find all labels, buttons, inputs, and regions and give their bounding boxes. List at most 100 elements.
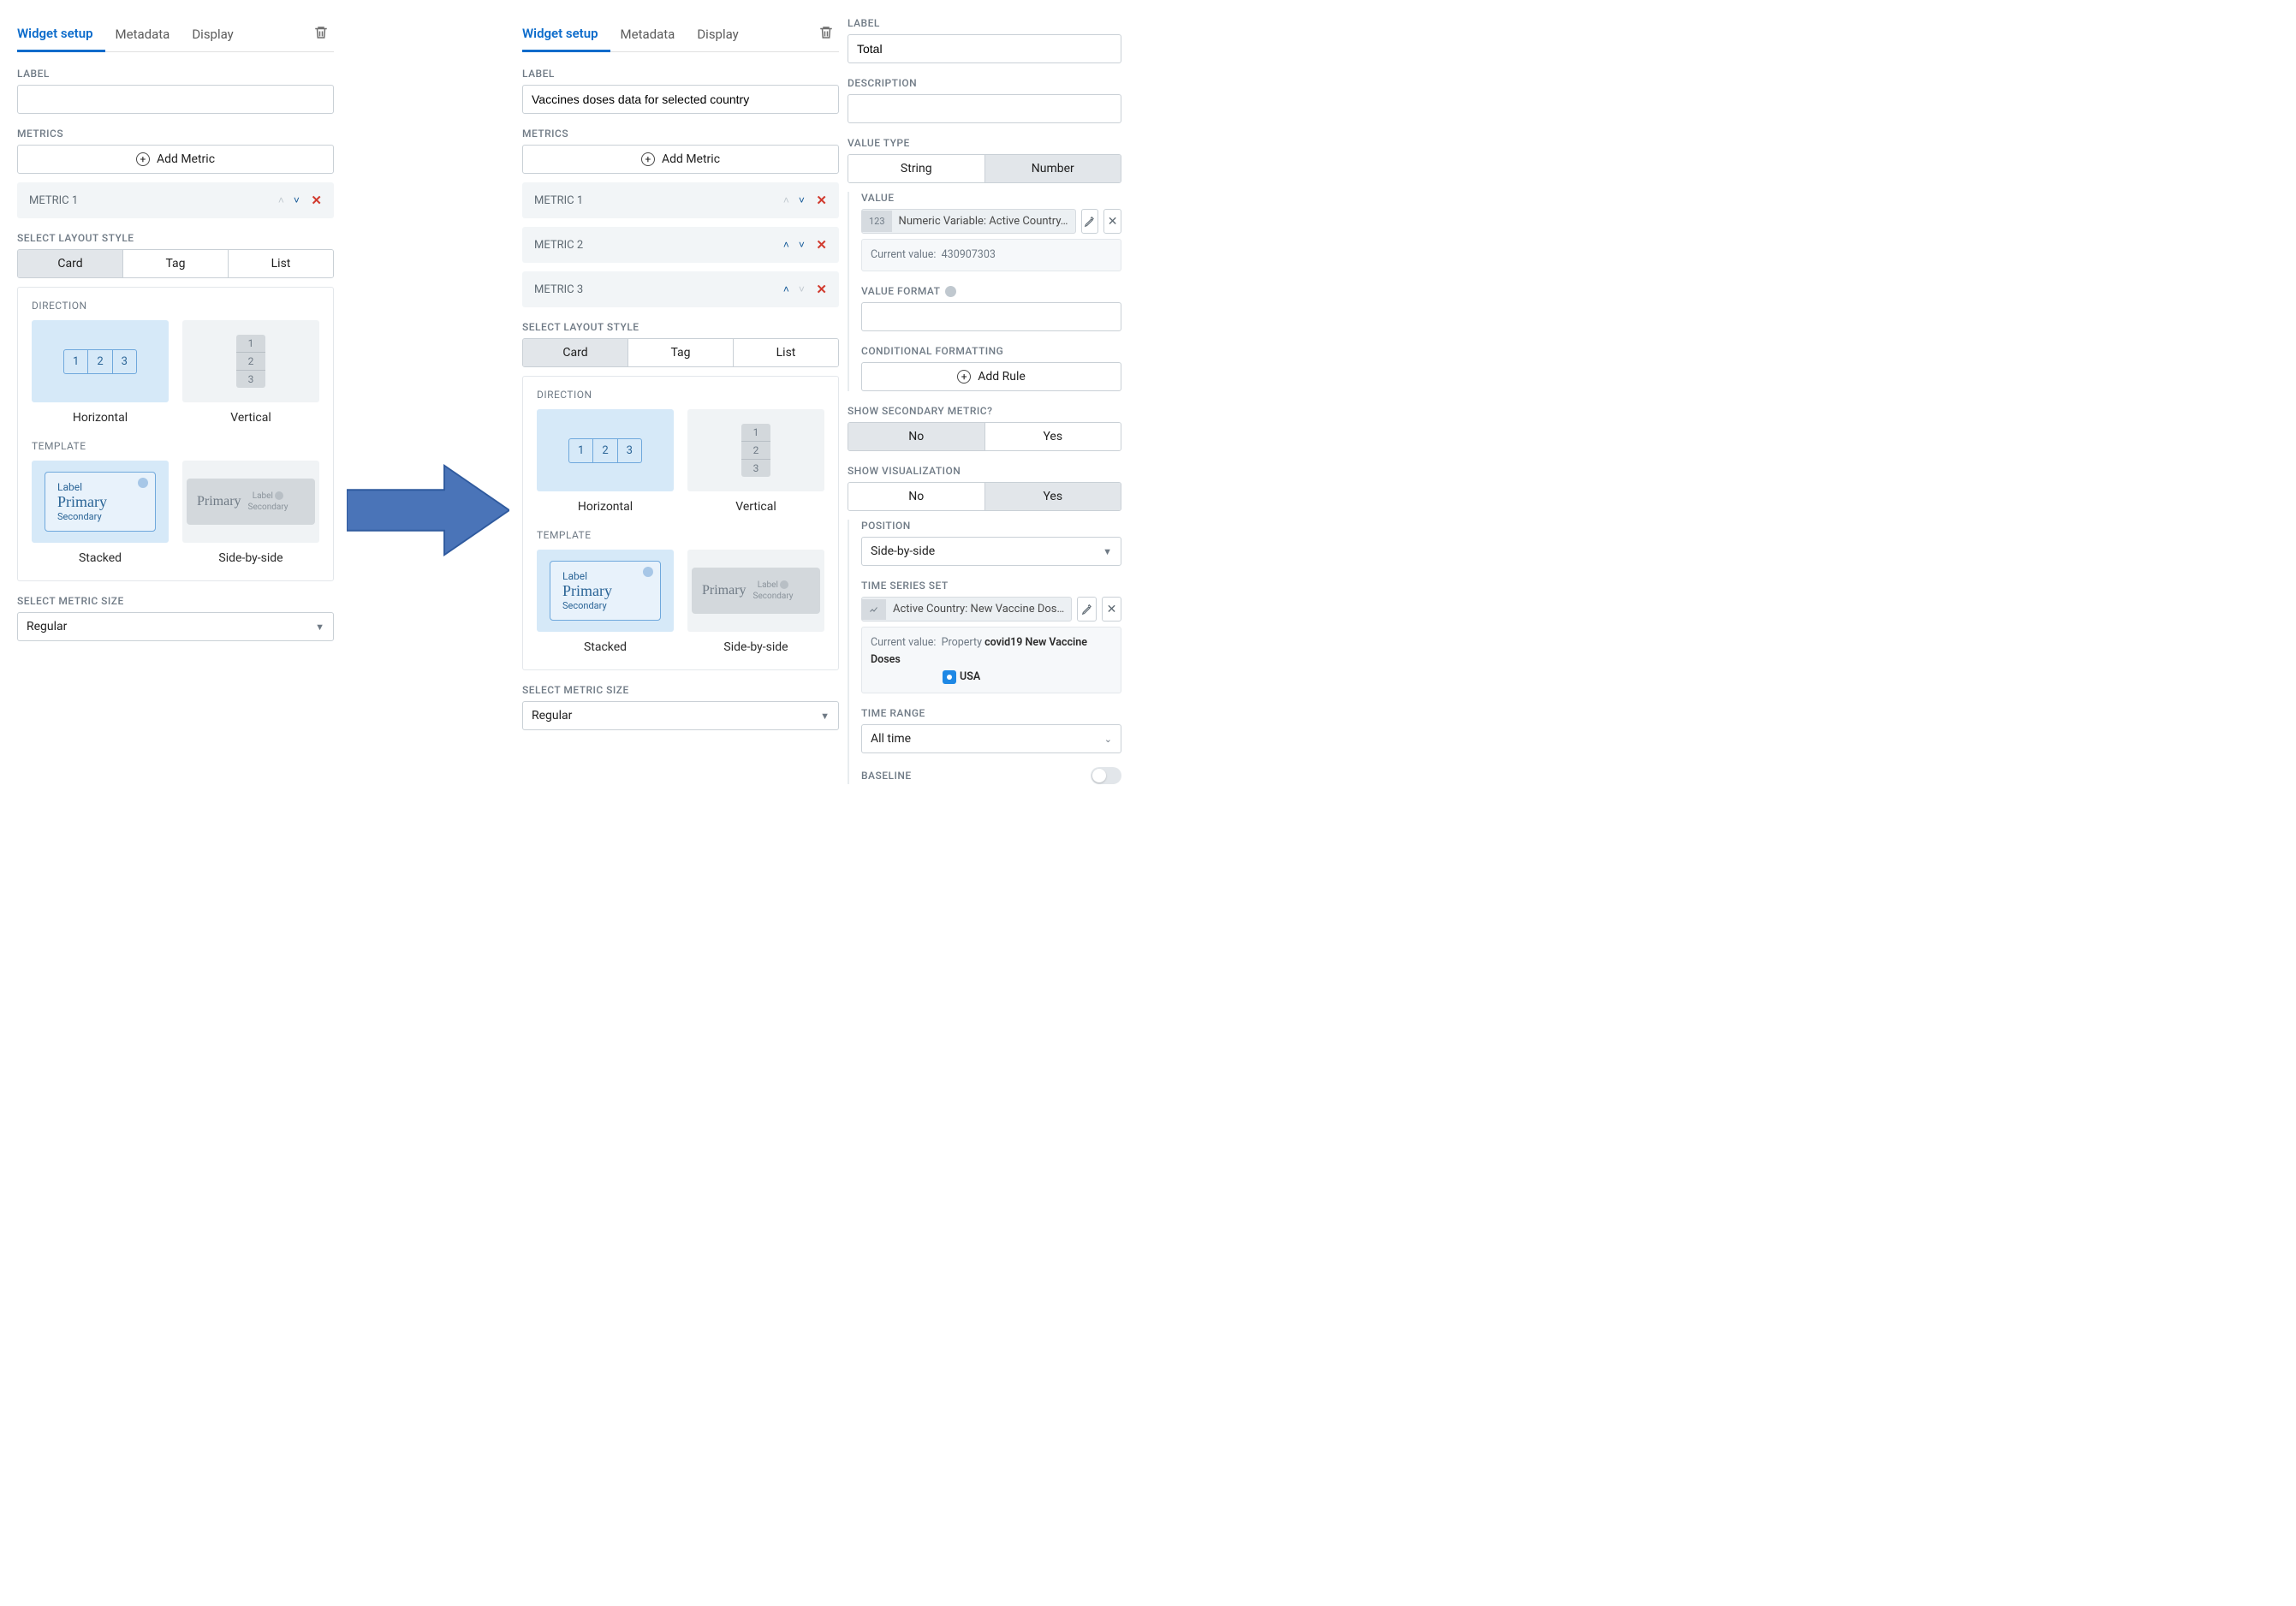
mid-panel: Widget setup Metadata Display LABEL METR… [522, 17, 839, 789]
right-panel: LABEL DESCRIPTION VALUE TYPE String Numb… [848, 17, 1121, 789]
direction-heading: DIRECTION [537, 389, 824, 401]
metric-size-heading: SELECT METRIC SIZE [522, 684, 839, 696]
value-type-string[interactable]: String [848, 155, 985, 182]
label-input[interactable] [848, 34, 1121, 63]
edit-icon[interactable] [1077, 597, 1097, 622]
viz-yes[interactable]: Yes [985, 483, 1121, 510]
layout-card[interactable]: Card [18, 250, 123, 277]
template-side-card[interactable]: Primary Label Secondary [182, 461, 319, 543]
show-secondary-heading: SHOW SECONDARY METRIC? [848, 405, 1121, 417]
remove-metric-icon[interactable]: ✕ [816, 193, 827, 208]
side-preview-icon: Primary Label Secondary [692, 568, 820, 614]
trash-icon[interactable] [813, 20, 839, 50]
layout-tag[interactable]: Tag [123, 250, 229, 277]
direction-vertical-card[interactable]: 123 [687, 409, 824, 491]
secondary-yes[interactable]: Yes [985, 423, 1121, 450]
metric-row-label: METRIC 2 [534, 239, 778, 252]
chevron-down-icon: ⌄ [1104, 734, 1112, 745]
metric-size-select[interactable]: Regular ▼ [17, 612, 334, 641]
chevron-down-icon[interactable]: ˅ [794, 283, 809, 295]
time-range-select[interactable]: All time ⌄ [861, 724, 1121, 753]
direction-box: DIRECTION 123 Horizontal 123 Vertical TE… [522, 376, 839, 670]
stacked-preview-icon: Label Primary Secondary [45, 472, 156, 532]
edit-icon[interactable] [1081, 209, 1099, 234]
metric-row[interactable]: METRIC 1 ˄ ˅ ✕ [17, 182, 334, 218]
chart-badge-icon [862, 599, 886, 620]
description-input[interactable] [848, 94, 1121, 123]
metric-row[interactable]: METRIC 3 ˄ ˅ ✕ [522, 271, 839, 307]
metric-row[interactable]: METRIC 1 ˄ ˅ ✕ [522, 182, 839, 218]
layout-list[interactable]: List [734, 339, 838, 366]
value-type-number[interactable]: Number [985, 155, 1121, 182]
tab-widget-setup[interactable]: Widget setup [522, 17, 610, 52]
label-heading: LABEL [848, 17, 1121, 29]
tss-chip[interactable]: Active Country: New Vaccine Dos… [861, 597, 1072, 622]
label-heading: LABEL [17, 68, 334, 80]
metric-size-heading: SELECT METRIC SIZE [17, 595, 334, 607]
chevron-up-icon[interactable]: ˄ [778, 239, 794, 251]
plus-circle-icon: + [957, 370, 971, 384]
vertical-preview-icon: 123 [236, 335, 265, 388]
trash-icon[interactable] [308, 20, 334, 50]
add-metric-button[interactable]: + Add Metric [17, 145, 334, 174]
add-rule-label: Add Rule [978, 370, 1026, 384]
remove-metric-icon[interactable]: ✕ [311, 193, 322, 208]
chevron-up-icon[interactable]: ˄ [778, 194, 794, 206]
position-select[interactable]: Side-by-side ▼ [861, 537, 1121, 566]
layout-style-heading: SELECT LAYOUT STYLE [17, 232, 334, 244]
close-icon[interactable]: ✕ [1103, 209, 1121, 234]
label-input[interactable] [17, 85, 334, 114]
metric-row[interactable]: METRIC 2 ˄ ˅ ✕ [522, 227, 839, 263]
template-stacked-card[interactable]: Label Primary Secondary [32, 461, 169, 543]
add-rule-button[interactable]: + Add Rule [861, 362, 1121, 391]
chevron-down-icon[interactable]: ˅ [794, 239, 809, 251]
value-type-heading: VALUE TYPE [848, 137, 1121, 149]
tab-display[interactable]: Display [697, 18, 750, 51]
add-metric-button[interactable]: + Add Metric [522, 145, 839, 174]
remove-metric-icon[interactable]: ✕ [816, 237, 827, 253]
chevron-down-icon[interactable]: ˅ [794, 194, 809, 206]
tab-display[interactable]: Display [192, 18, 245, 51]
metric-size-select[interactable]: Regular ▼ [522, 701, 839, 730]
help-icon[interactable] [945, 286, 956, 297]
position-value: Side-by-side [871, 544, 935, 558]
chevron-down-icon[interactable]: ˅ [288, 194, 304, 206]
label-input[interactable] [522, 85, 839, 114]
tab-metadata[interactable]: Metadata [116, 18, 182, 51]
value-format-input[interactable] [861, 302, 1121, 331]
add-metric-label: Add Metric [662, 152, 720, 166]
template-side-card[interactable]: Primary Label Secondary [687, 550, 824, 632]
cond-fmt-heading: CONDITIONAL FORMATTING [861, 345, 1121, 357]
metric-size-value: Regular [532, 709, 572, 723]
template-side-label: Side-by-side [687, 640, 824, 654]
layout-card[interactable]: Card [523, 339, 628, 366]
chevron-up-icon[interactable]: ˄ [273, 194, 288, 206]
template-heading: TEMPLATE [537, 529, 824, 541]
tab-metadata[interactable]: Metadata [621, 18, 687, 51]
layout-tag[interactable]: Tag [628, 339, 734, 366]
direction-horizontal-label: Horizontal [537, 500, 674, 514]
remove-metric-icon[interactable]: ✕ [816, 282, 827, 297]
template-stacked-card[interactable]: Label Primary Secondary [537, 550, 674, 632]
chevron-down-icon: ▼ [315, 622, 324, 633]
direction-horizontal-card[interactable]: 123 [32, 320, 169, 402]
direction-vertical-card[interactable]: 123 [182, 320, 319, 402]
show-viz-heading: SHOW VISUALIZATION [848, 465, 1121, 477]
value-type-group: String Number [848, 154, 1121, 183]
viz-no[interactable]: No [848, 483, 985, 510]
plus-circle-icon: + [136, 152, 150, 166]
value-chip[interactable]: 123 Numeric Variable: Active Country… [861, 209, 1076, 234]
chevron-up-icon[interactable]: ˄ [778, 283, 794, 295]
tss-heading: TIME SERIES SET [861, 580, 1121, 592]
tab-widget-setup[interactable]: Widget setup [17, 17, 105, 52]
close-icon[interactable]: ✕ [1102, 597, 1121, 622]
layout-list[interactable]: List [229, 250, 333, 277]
direction-horizontal-card[interactable]: 123 [537, 409, 674, 491]
baseline-toggle[interactable] [1091, 767, 1121, 784]
viz-section: POSITION Side-by-side ▼ TIME SERIES SET … [848, 520, 1121, 784]
tabs-mid: Widget setup Metadata Display [522, 17, 839, 52]
template-side-label: Side-by-side [182, 551, 319, 565]
secondary-no[interactable]: No [848, 423, 985, 450]
current-value-box: Current value: 430907303 [861, 239, 1121, 271]
template-stacked-label: Stacked [537, 640, 674, 654]
